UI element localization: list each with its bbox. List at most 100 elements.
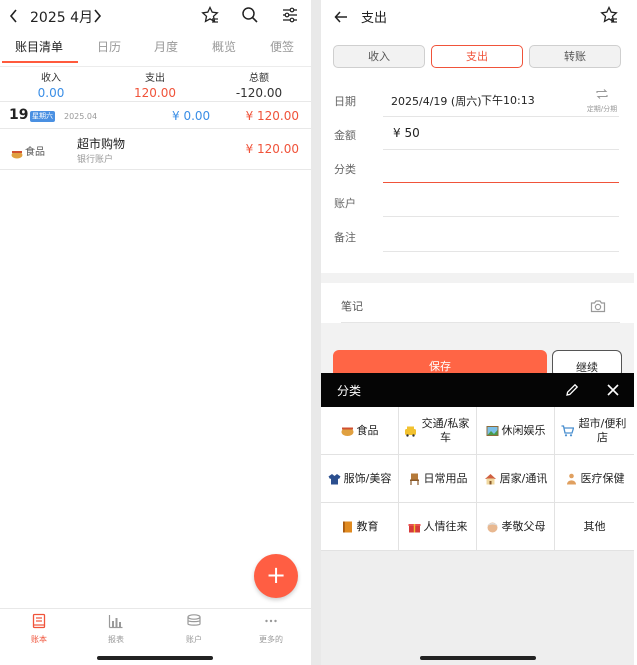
search-icon[interactable] (241, 6, 259, 28)
back-arrow-icon[interactable] (334, 9, 348, 28)
transaction-amount: ¥ 120.00 (245, 142, 299, 156)
pencil-icon[interactable] (564, 382, 580, 402)
amount-input[interactable]: ¥ 50 (393, 126, 420, 140)
category-transport[interactable]: 交通/私家车 (399, 407, 477, 455)
category-food[interactable]: 食品 (321, 407, 399, 455)
category-parents[interactable]: 孝敬父母 (477, 503, 555, 551)
repeat-label: 定期/分期 (586, 105, 618, 113)
account-field[interactable] (383, 216, 619, 217)
amount-underline (383, 149, 619, 150)
star-list-icon[interactable] (600, 5, 618, 28)
weekday-badge: 星期六 (30, 111, 55, 122)
star-list-icon[interactable] (201, 5, 219, 28)
category-social[interactable]: 人情往来 (399, 503, 477, 551)
book-icon (341, 521, 354, 533)
day-income: ¥ 0.00 (172, 109, 211, 123)
date-label: 日期 (334, 95, 356, 108)
coat-icon (328, 473, 341, 485)
expense-summary: 支出 120.00 (105, 69, 205, 100)
category-medical-label: 医疗保健 (580, 471, 625, 485)
category-field[interactable] (383, 182, 619, 183)
coins-icon (185, 614, 203, 633)
category-social-label: 人情往来 (423, 519, 468, 533)
close-icon[interactable] (606, 382, 620, 401)
category-other[interactable]: 其他 (555, 503, 634, 551)
nav-accounts[interactable]: 账户 (155, 613, 233, 645)
ledger-book-icon (31, 613, 47, 633)
category-parents-label: 孝敬父母 (501, 519, 546, 533)
time-value[interactable]: 下午10:13 (481, 92, 535, 108)
date-value[interactable]: 2025/4/19 (周六) (391, 93, 481, 109)
nav-accounts-label: 账户 (186, 635, 202, 644)
category-medical[interactable]: 医疗保健 (555, 455, 634, 503)
account-label: 账户 (334, 197, 356, 210)
ledger-screen: 2025 4月 账目清单 日历 月度 概览 便签 收入 0.00 支出 120.… (0, 0, 311, 665)
memo-field[interactable] (383, 251, 619, 252)
category-panel-title: 分类 (337, 384, 362, 398)
person-icon (565, 473, 578, 485)
prev-month-icon[interactable] (9, 8, 19, 27)
expense-value: 120.00 (134, 86, 176, 100)
notes-label: 笔记 (341, 300, 363, 313)
repeat-icon (595, 85, 609, 104)
day-header-row[interactable]: 19 星期六 2025.04 ¥ 0.00 ¥ 120.00 (0, 103, 311, 129)
category-clothing[interactable]: 服饰/美容 (321, 455, 399, 503)
category-daily-goods-label: 日常用品 (423, 471, 468, 485)
tab-calendar[interactable]: 日历 (78, 34, 140, 64)
expense-label: 支出 (145, 73, 165, 84)
add-expense-screen: 支出 收入 支出 转账 日期 2025/4/19 (周六) 下午10:13 定期… (321, 0, 634, 665)
add-transaction-button[interactable]: + (254, 554, 298, 598)
category-supermarket[interactable]: 超市/便利店 (555, 407, 634, 455)
bar-chart-icon (108, 614, 124, 633)
day-expense: ¥ 120.00 (245, 109, 299, 123)
date-underline (383, 116, 619, 117)
segment-income[interactable]: 收入 (333, 45, 425, 68)
month-summary: 收入 0.00 支出 120.00 总额 -120.00 (0, 66, 311, 102)
nav-more[interactable]: 更多的 (232, 613, 310, 645)
tab-monthly[interactable]: 月度 (135, 34, 197, 64)
nav-report[interactable]: 报表 (77, 613, 155, 645)
repeat-button[interactable]: 定期/分期 (583, 85, 621, 114)
nav-ledger[interactable]: 账本 (0, 613, 78, 645)
total-label: 总额 (249, 73, 269, 84)
filter-icon[interactable] (282, 7, 298, 27)
picture-icon (486, 425, 499, 437)
view-tabs: 账目清单 日历 月度 概览 便签 (0, 34, 311, 64)
active-tab-indicator (2, 61, 78, 63)
category-supermarket-label: 超市/便利店 (578, 416, 627, 444)
notes-section[interactable]: 笔记 (321, 283, 634, 323)
day-date: 2025.04 (64, 112, 98, 121)
category-label: 分类 (334, 163, 356, 176)
category-education[interactable]: 教育 (321, 503, 399, 551)
income-summary: 收入 0.00 (1, 69, 101, 100)
segment-expense[interactable]: 支出 (431, 45, 523, 68)
home-indicator (97, 656, 213, 660)
day-number: 19 (9, 107, 29, 123)
cart-icon (561, 424, 574, 437)
tab-notes[interactable]: 便签 (251, 34, 311, 64)
category-home[interactable]: 居家/通讯 (477, 455, 555, 503)
empty-area (321, 551, 634, 665)
chair-icon (408, 473, 421, 485)
category-leisure[interactable]: 休闲娱乐 (477, 407, 555, 455)
food-icon (11, 144, 23, 159)
transaction-title: 超市购物 (77, 137, 126, 151)
more-dots-icon (263, 614, 279, 633)
tab-ledger-list[interactable]: 账目清单 (8, 34, 70, 64)
segment-transfer[interactable]: 转账 (529, 45, 621, 68)
nav-more-label: 更多的 (259, 635, 283, 644)
category-daily-goods[interactable]: 日常用品 (399, 455, 477, 503)
next-month-icon[interactable] (92, 8, 102, 27)
camera-icon[interactable] (590, 298, 606, 317)
memo-label: 备注 (334, 231, 356, 244)
page-title: 支出 (361, 11, 388, 26)
month-title[interactable]: 2025 4月 (30, 7, 93, 27)
transaction-category: 食品 (25, 147, 45, 158)
transaction-row[interactable]: 食品 超市购物 银行账户 ¥ 120.00 (0, 130, 311, 170)
home-indicator (420, 656, 536, 660)
transaction-account: 银行账户 (77, 155, 114, 165)
tab-overview[interactable]: 概览 (193, 34, 255, 64)
category-other-label: 其他 (583, 519, 606, 533)
gift-icon (408, 521, 421, 533)
amount-label: 金额 (334, 129, 356, 142)
